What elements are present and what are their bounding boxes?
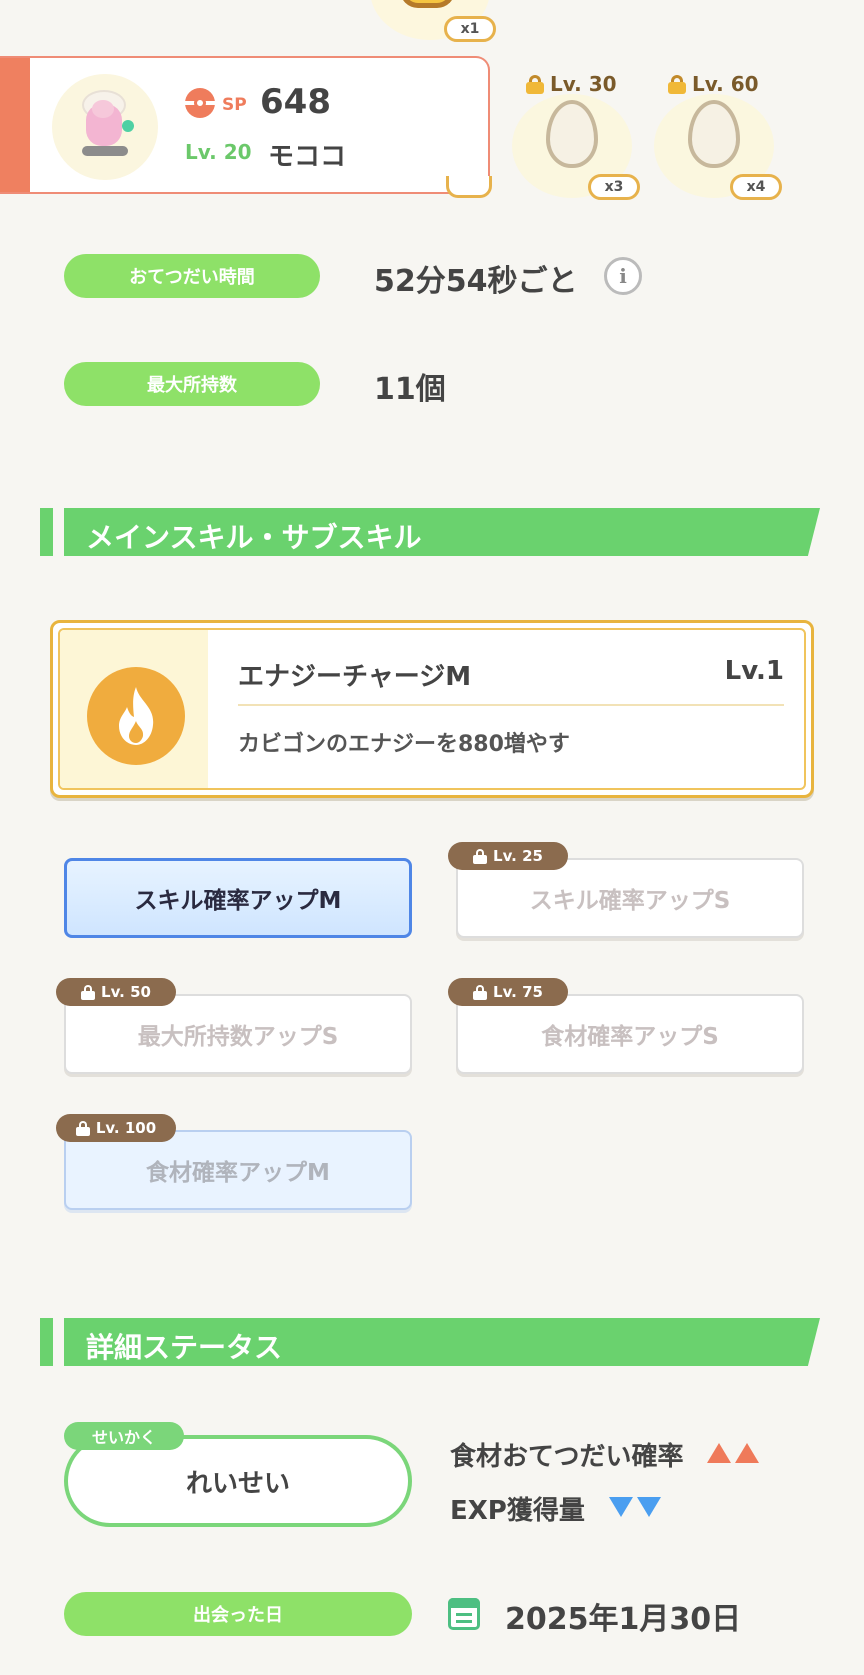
subskill-unlock-badge-3: Lv. 50 xyxy=(56,978,176,1006)
section-header-status: 詳細ステータス xyxy=(40,1318,820,1366)
egg-unlock-label-1: Lv. 30 xyxy=(526,72,617,96)
skill-icon-pane xyxy=(60,630,208,788)
pokemon-name: モココ xyxy=(268,142,347,172)
main-skill-card[interactable]: エナジーチャージM Lv.1 カビゴンのエナジーを880増やす xyxy=(50,620,814,798)
flame-icon xyxy=(87,667,185,765)
nature-effect-label: EXP獲得量 xyxy=(450,1496,585,1526)
egg-count-chip-1: x3 xyxy=(588,174,640,200)
egg-unlock-label-2: Lv. 60 xyxy=(668,72,759,96)
subskill-3[interactable]: 最大所持数アップS xyxy=(64,994,412,1074)
info-icon[interactable]: i xyxy=(604,257,642,295)
subskill-unlock-badge-2: Lv. 25 xyxy=(448,842,568,870)
card-accent xyxy=(0,58,30,192)
help-time-value: 52分54秒ごと xyxy=(374,264,578,299)
met-date-value: 2025年1月30日 xyxy=(505,1602,742,1637)
pokemon-card[interactable]: SP 648 Lv. 20 モココ xyxy=(0,56,490,194)
max-carry-value: 11個 xyxy=(374,372,446,407)
lock-icon xyxy=(75,1120,90,1136)
pokemon-avatar xyxy=(52,74,158,180)
calendar-icon xyxy=(448,1598,480,1630)
nature-tag: せいかく xyxy=(64,1422,184,1450)
subskill-unlock-badge-4: Lv. 75 xyxy=(448,978,568,1006)
nature-effect-label: 食材おてつだい確率 xyxy=(450,1442,684,1472)
sp-value: 648 xyxy=(260,82,331,122)
egg-count-chip-2: x4 xyxy=(730,174,782,200)
main-skill-description: カビゴンのエナジーを880増やす xyxy=(238,732,570,757)
main-skill-level: Lv.1 xyxy=(724,656,784,686)
pokeball-icon xyxy=(185,88,215,118)
subskill-1[interactable]: スキル確率アップM xyxy=(64,858,412,938)
subskill-2[interactable]: スキル確率アップS xyxy=(456,858,804,938)
lock-icon xyxy=(668,75,686,94)
subskill-4[interactable]: 食材確率アップS xyxy=(456,994,804,1074)
nature-effect-up: 食材おてつだい確率 xyxy=(450,1436,763,1473)
lock-icon xyxy=(473,984,488,1000)
pokemon-level: Lv. 20 xyxy=(185,140,252,164)
lock-icon xyxy=(81,984,96,1000)
subskill-5[interactable]: 食材確率アップM xyxy=(64,1130,412,1210)
section-title: 詳細ステータス xyxy=(86,1331,283,1364)
main-skill-name: エナジーチャージM xyxy=(238,662,472,692)
nature-effect-down: EXP獲得量 xyxy=(450,1490,665,1527)
section-header-skills: メインスキル・サブスキル xyxy=(40,508,820,556)
divider xyxy=(238,704,784,706)
ingredient-count-chip: x1 xyxy=(444,16,496,42)
help-time-label: おてつだい時間 xyxy=(64,254,320,298)
section-title: メインスキル・サブスキル xyxy=(86,521,422,554)
lock-icon xyxy=(526,75,544,94)
hidden-count-chip xyxy=(446,176,492,198)
lock-icon xyxy=(473,848,488,864)
sp-label: SP xyxy=(222,95,247,115)
max-carry-label: 最大所持数 xyxy=(64,362,320,406)
subskill-unlock-badge-5: Lv. 100 xyxy=(56,1114,176,1142)
met-date-label: 出会った日 xyxy=(64,1592,412,1636)
down-arrows-icon xyxy=(608,1496,665,1521)
up-arrows-icon xyxy=(707,1442,763,1467)
